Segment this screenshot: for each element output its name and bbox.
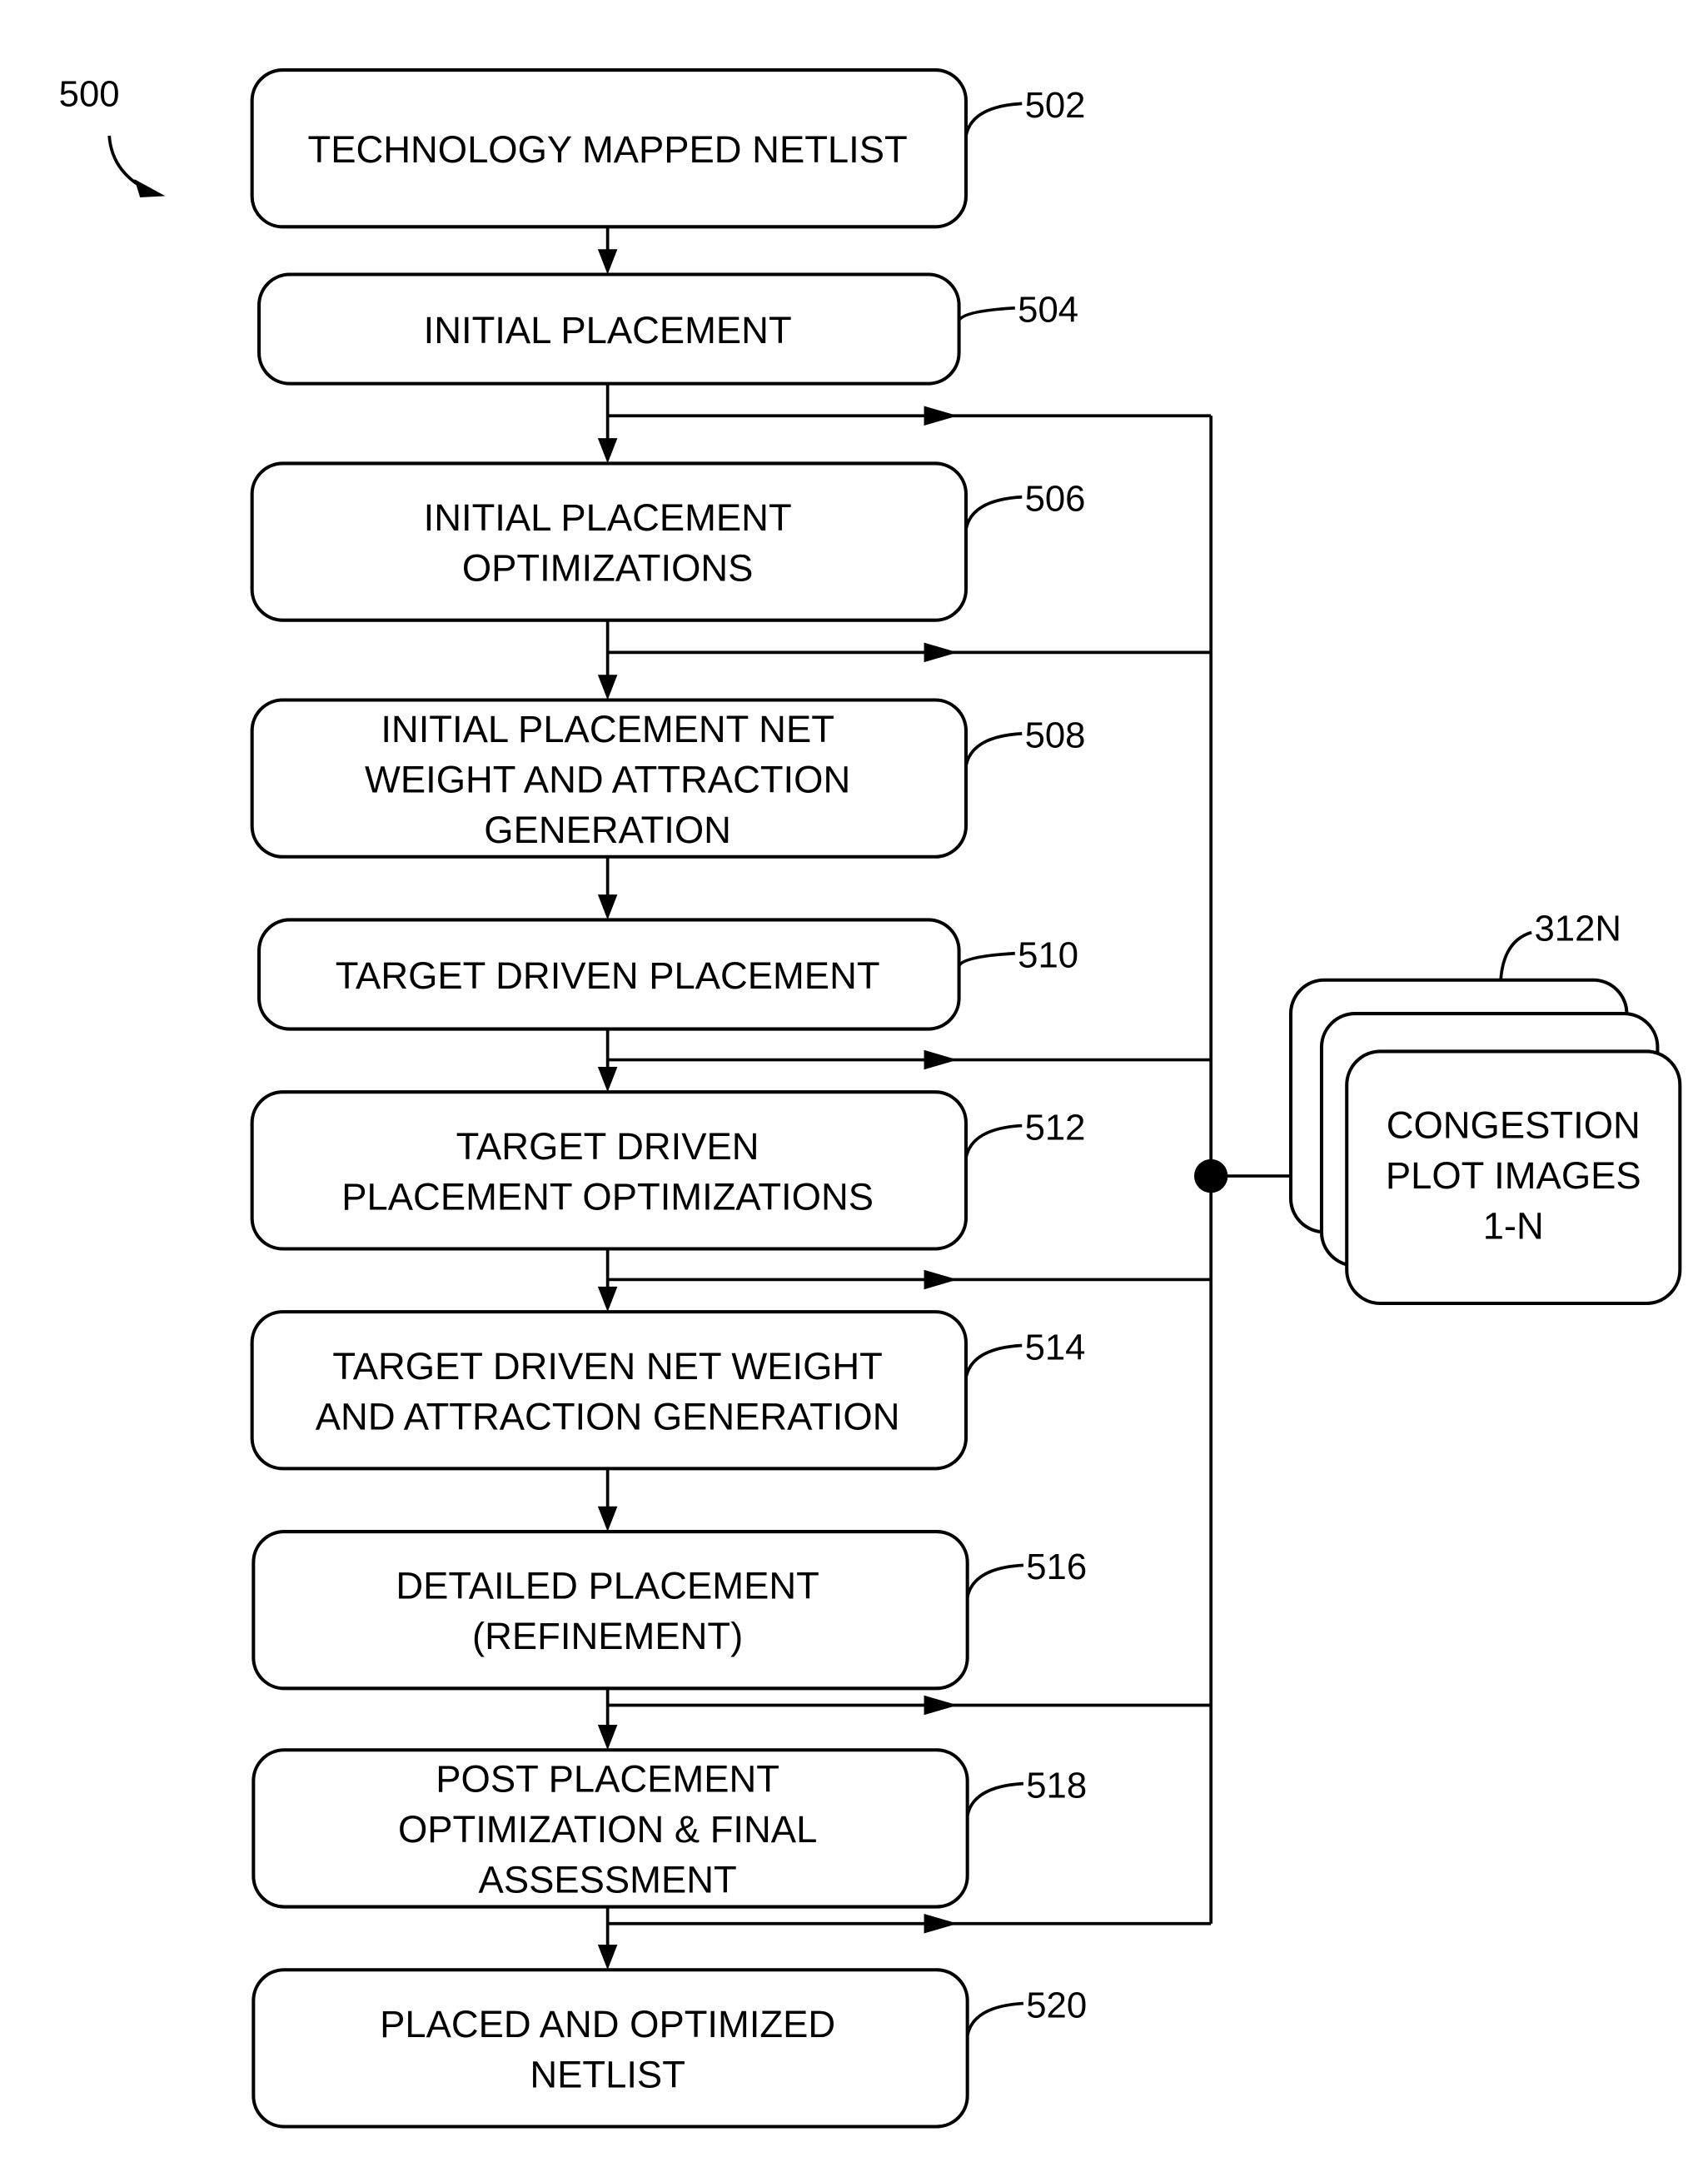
step-box	[250, 1090, 968, 1251]
figure-pointer-arrow	[107, 135, 155, 195]
step-510: TARGET DRIVEN PLACEMENT 510	[257, 918, 1078, 1031]
step-label-line: OPTIMIZATION & FINAL	[398, 1808, 817, 1851]
step-label-line: (REFINEMENT)	[472, 1615, 743, 1657]
down-arrowhead-icon	[597, 249, 618, 275]
step-label-line: DETAILED PLACEMENT	[396, 1565, 819, 1607]
ref-leader	[964, 495, 1023, 530]
step-label-line: NETLIST	[530, 2053, 685, 2095]
step-label-line: AND ATTRACTION GENERATION	[316, 1395, 900, 1437]
store-label-line: 1-N	[1483, 1205, 1544, 1248]
down-arrowhead-icon	[597, 1944, 618, 1970]
congestion-plot-images-stack: CONGESTION PLOT IMAGES 1-N 312N	[1288, 909, 1682, 1306]
ref-number: 520	[1026, 1985, 1087, 2025]
right-arrowhead-icon	[924, 642, 958, 663]
step-502: TECHNOLOGY MAPPED NETLIST 502	[250, 68, 1086, 229]
ref-number: 510	[1018, 935, 1078, 976]
step-512: TARGET DRIVEN PLACEMENT OPTIMIZATIONS 512	[250, 1090, 1086, 1251]
step-box	[250, 461, 968, 622]
ref-leader	[957, 306, 1015, 321]
step-516: DETAILED PLACEMENT (REFINEMENT) 516	[251, 1530, 1087, 1691]
step-box	[251, 1968, 969, 2129]
step-514: TARGET DRIVEN NET WEIGHT AND ATTRACTION G…	[250, 1310, 1086, 1471]
step-box	[250, 1310, 968, 1471]
ref-leader	[965, 1781, 1024, 1816]
ref-number: 512	[1025, 1107, 1086, 1148]
step-label-line: PLACED AND OPTIMIZED	[380, 2003, 835, 2045]
down-arrowhead-icon	[597, 1725, 618, 1751]
store-ref-leader	[1499, 930, 1532, 980]
store-ref-number: 312N	[1534, 909, 1621, 949]
step-label-line: OPTIMIZATIONS	[462, 547, 754, 590]
down-arrowhead-icon	[597, 675, 618, 700]
ref-number: 516	[1026, 1547, 1087, 1587]
ref-number: 508	[1025, 715, 1086, 756]
step-520: PLACED AND OPTIMIZED NETLIST 520	[251, 1968, 1087, 2129]
down-arrowhead-icon	[597, 1286, 618, 1313]
down-arrowhead-icon	[597, 1066, 618, 1093]
ref-leader	[965, 1563, 1024, 1598]
figure-number: 500	[59, 74, 120, 115]
right-arrowhead-icon	[924, 1695, 958, 1716]
right-arrowhead-icon	[924, 1913, 958, 1934]
store-label-line: CONGESTION	[1387, 1104, 1641, 1147]
ref-leader	[957, 951, 1015, 967]
step-label-line: INITIAL PLACEMENT	[424, 309, 792, 351]
step-506: INITIAL PLACEMENT OPTIMIZATIONS 506	[250, 461, 1086, 622]
step-label-line: INITIAL PLACEMENT NET	[381, 708, 834, 750]
ref-leader	[964, 1123, 1023, 1158]
right-arrowhead-icon	[924, 406, 958, 426]
store-label-line: PLOT IMAGES	[1386, 1154, 1641, 1197]
ref-leader	[964, 1343, 1023, 1378]
step-label-line: TARGET DRIVEN NET WEIGHT	[332, 1345, 883, 1387]
step-box	[251, 1530, 969, 1691]
ref-number: 518	[1026, 1765, 1087, 1806]
right-arrowhead-icon	[924, 1269, 958, 1290]
ref-number: 506	[1025, 479, 1086, 520]
right-arrowhead-icon	[924, 1049, 958, 1070]
figure-label: 500	[59, 74, 166, 198]
ref-number: 504	[1018, 290, 1078, 331]
down-arrowhead-icon	[597, 894, 618, 920]
ref-number: 502	[1025, 85, 1086, 126]
step-label-line: GENERATION	[484, 809, 731, 851]
step-label-line: INITIAL PLACEMENT	[424, 496, 792, 539]
step-label-line: TARGET DRIVEN	[456, 1125, 759, 1168]
ref-leader	[964, 102, 1023, 137]
figure-pointer-arrowhead-icon	[134, 179, 166, 198]
step-label-line: TARGET DRIVEN PLACEMENT	[336, 954, 880, 997]
ref-number: 514	[1025, 1327, 1086, 1367]
step-label-line: POST PLACEMENT	[436, 1758, 779, 1801]
step-504: INITIAL PLACEMENT 504	[257, 272, 1078, 386]
step-518: POST PLACEMENT OPTIMIZATION & FINAL ASSESS…	[251, 1748, 1087, 1909]
step-label-line: PLACEMENT OPTIMIZATIONS	[341, 1175, 874, 1218]
down-arrowhead-icon	[597, 1506, 618, 1532]
ref-leader	[965, 2001, 1024, 2036]
step-label-line: WEIGHT AND ATTRACTION	[365, 758, 850, 800]
step-508: INITIAL PLACEMENT NET WEIGHT AND ATTRACTI…	[250, 698, 1086, 859]
down-arrowhead-icon	[597, 438, 618, 464]
step-label-line: TECHNOLOGY MAPPED NETLIST	[308, 128, 908, 171]
ref-leader	[964, 732, 1023, 767]
flowchart-diagram: 500 TECHNOLOGY MAPPED NETLIST 502 INITIAL …	[59, 68, 1682, 2129]
step-label-line: ASSESSMENT	[479, 1859, 737, 1901]
